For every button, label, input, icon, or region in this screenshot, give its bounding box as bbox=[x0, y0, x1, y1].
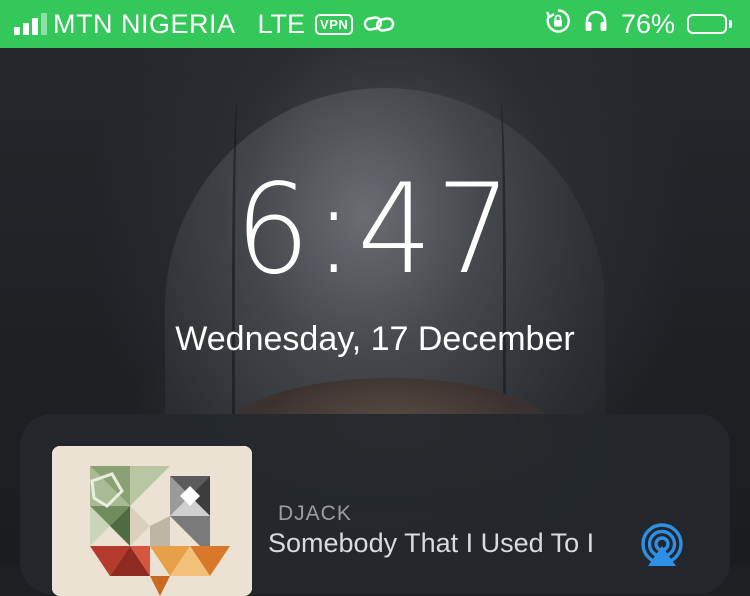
vpn-badge: VPN bbox=[315, 13, 354, 35]
now-playing-artist: DJACK bbox=[278, 502, 352, 525]
now-playing-widget[interactable]: DJACK Somebody That I Used To I bbox=[20, 414, 730, 596]
signal-icon bbox=[14, 13, 47, 35]
now-playing-title: Somebody That I Used To I bbox=[268, 528, 595, 558]
airplay-icon[interactable] bbox=[640, 522, 684, 571]
battery-icon bbox=[687, 14, 732, 34]
network-type: LTE bbox=[257, 8, 306, 39]
headphones-icon bbox=[583, 8, 609, 41]
link-icon bbox=[363, 14, 395, 34]
carrier-name: MTN NIGERIA bbox=[53, 8, 236, 39]
album-artwork[interactable] bbox=[52, 446, 252, 596]
lock-screen-time: 6:47 bbox=[235, 158, 515, 302]
battery-percent: 76% bbox=[620, 8, 675, 39]
rotation-lock-icon bbox=[545, 8, 571, 41]
lock-screen-date: Wednesday, 17 December bbox=[175, 320, 575, 358]
status-bar[interactable]: MTN NIGERIA LTE VPN 76% bbox=[0, 0, 750, 48]
